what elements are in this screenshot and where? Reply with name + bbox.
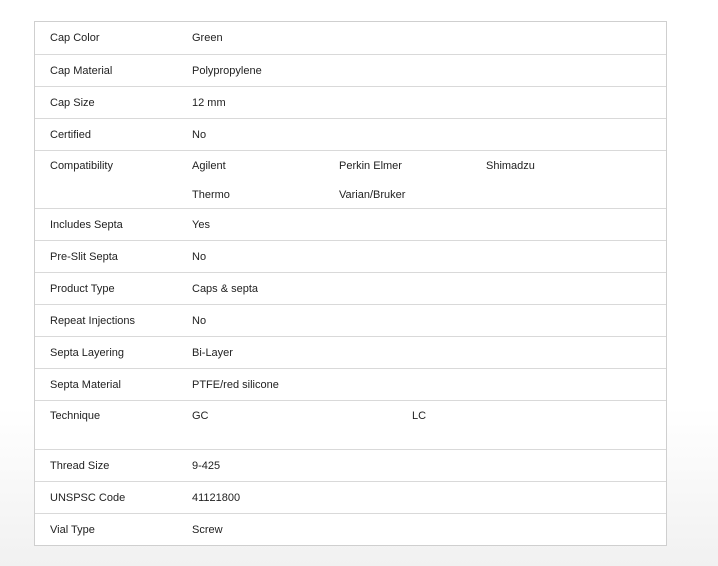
- spec-row-product-type: Product Type Caps & septa: [35, 272, 666, 304]
- spec-label: Cap Material: [50, 64, 113, 77]
- spec-row-pre-slit-septa: Pre-Slit Septa No: [35, 240, 666, 272]
- technique-item: LC: [412, 410, 427, 422]
- compatibility-item: Shimadzu: [486, 160, 535, 172]
- spec-value: Screw: [192, 523, 223, 536]
- spec-value: No: [192, 314, 207, 327]
- spec-row-septa-material: Septa Material PTFE/red silicone: [35, 368, 666, 400]
- spec-label: Septa Material: [50, 378, 121, 391]
- spec-row-septa-layering: Septa Layering Bi-Layer: [35, 336, 666, 368]
- spec-label: Cap Size: [50, 96, 95, 109]
- spec-value: PTFE/red silicone: [192, 378, 279, 391]
- spec-row-cap-material: Cap Material Polypropylene: [35, 54, 666, 86]
- spec-row-includes-septa: Includes Septa Yes: [35, 208, 666, 240]
- spec-value: 12 mm: [192, 96, 226, 109]
- spec-label: Repeat Injections: [50, 314, 135, 327]
- spec-label: Technique: [50, 410, 101, 422]
- specifications-table: Cap Color Green Cap Material Polypropyle…: [34, 21, 667, 546]
- spec-label: Cap Color: [50, 32, 100, 44]
- technique-item: GC: [192, 410, 209, 422]
- spec-value-list: GC LC: [192, 410, 666, 449]
- spec-label: Includes Septa: [50, 218, 123, 231]
- spec-label: Thread Size: [50, 459, 110, 472]
- spec-row-technique: Technique GC LC: [35, 400, 666, 449]
- compatibility-item: Thermo: [192, 188, 230, 201]
- spec-row-cap-size: Cap Size 12 mm: [35, 86, 666, 118]
- spec-value: No: [192, 128, 207, 141]
- spec-value-list: Agilent Perkin Elmer Shimadzu Thermo Var…: [192, 160, 666, 208]
- spec-label: UNSPSC Code: [50, 491, 126, 504]
- spec-label: Pre-Slit Septa: [50, 250, 118, 263]
- spec-value: Bi-Layer: [192, 346, 233, 359]
- spec-value: Caps & septa: [192, 282, 259, 295]
- spec-label: Septa Layering: [50, 346, 124, 359]
- spec-value: Polypropylene: [192, 64, 262, 77]
- spec-row-repeat-injections: Repeat Injections No: [35, 304, 666, 336]
- spec-row-unspsc-code: UNSPSC Code 41121800: [35, 481, 666, 513]
- spec-label: Vial Type: [50, 523, 95, 536]
- spec-value: 9-425: [192, 459, 221, 472]
- spec-value: 41121800: [192, 491, 241, 504]
- spec-value: Yes: [192, 218, 210, 231]
- spec-row-compatibility: Compatibility Agilent Perkin Elmer Shima…: [35, 150, 666, 208]
- spec-row-certified: Certified No: [35, 118, 666, 150]
- spec-row-cap-color: Cap Color Green: [35, 22, 666, 54]
- spec-label: Certified: [50, 128, 91, 141]
- spec-label: Product Type: [50, 282, 115, 295]
- spec-value: Green: [192, 32, 223, 44]
- spec-value: No: [192, 250, 207, 263]
- spec-row-thread-size: Thread Size 9-425: [35, 449, 666, 481]
- spec-label: Compatibility: [50, 160, 113, 172]
- compatibility-item: Varian/Bruker: [339, 188, 406, 201]
- compatibility-item: Agilent: [192, 160, 226, 172]
- spec-row-vial-type: Vial Type Screw: [35, 513, 666, 545]
- compatibility-item: Perkin Elmer: [339, 160, 402, 172]
